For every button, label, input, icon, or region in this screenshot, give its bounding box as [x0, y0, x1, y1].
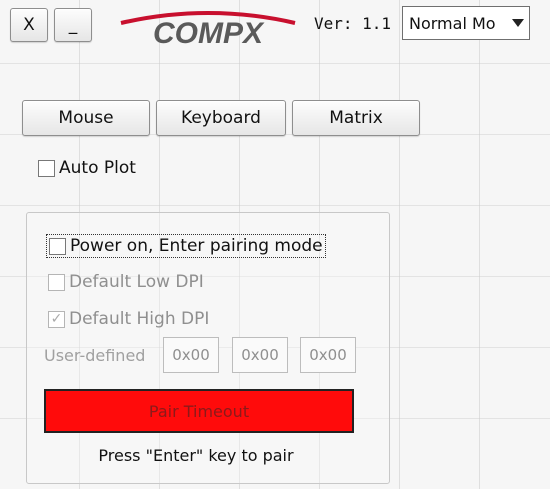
auto-plot-option[interactable]: Auto Plot [38, 158, 136, 178]
default-high-dpi-option[interactable]: ✓ Default High DPI [48, 309, 209, 329]
version-label: Ver: 1.1 [314, 14, 392, 33]
pair-hint: Press "Enter" key to pair [98, 446, 294, 465]
pair-status-bar: Pair Timeout [44, 389, 354, 433]
tab-matrix[interactable]: Matrix [292, 100, 420, 136]
check-icon: ✓ [50, 311, 63, 327]
tab-keyboard[interactable]: Keyboard [156, 100, 286, 136]
auto-plot-checkbox[interactable] [38, 159, 55, 177]
pair-status-text: Pair Timeout [148, 401, 250, 421]
user-defined-field-2[interactable]: 0x00 [232, 337, 288, 373]
tab-mouse-label: Mouse [58, 108, 114, 128]
auto-plot-label: Auto Plot [59, 158, 136, 178]
default-low-dpi-label: Default Low DPI [69, 272, 204, 292]
tab-keyboard-label: Keyboard [181, 108, 261, 128]
pairing-mode-label: Power on, Enter pairing mode [70, 236, 323, 256]
default-low-dpi-option[interactable]: Default Low DPI [48, 272, 204, 292]
minimize-button[interactable]: _ [54, 8, 92, 42]
user-defined-field-1[interactable]: 0x00 [163, 337, 219, 373]
mode-select-value: Normal Mo [409, 14, 496, 33]
pairing-mode-checkbox[interactable] [49, 237, 66, 255]
pairing-mode-option[interactable]: Power on, Enter pairing mode [46, 234, 326, 258]
svg-text:COMPX: COMPX [153, 17, 265, 49]
minimize-icon: _ [68, 15, 78, 35]
close-icon: X [23, 15, 35, 35]
close-button[interactable]: X [10, 8, 48, 42]
user-defined-field-3[interactable]: 0x00 [300, 337, 356, 373]
user-defined-label: User-defined [44, 346, 146, 365]
default-low-dpi-checkbox[interactable] [48, 273, 65, 291]
mode-select[interactable]: Normal Mo [402, 6, 530, 40]
compx-logo: COMPX [120, 11, 296, 49]
tab-mouse[interactable]: Mouse [22, 100, 150, 136]
default-high-dpi-label: Default High DPI [69, 309, 210, 329]
tab-matrix-label: Matrix [329, 108, 383, 128]
chevron-down-icon [512, 19, 524, 27]
default-high-dpi-checkbox[interactable]: ✓ [48, 310, 65, 328]
